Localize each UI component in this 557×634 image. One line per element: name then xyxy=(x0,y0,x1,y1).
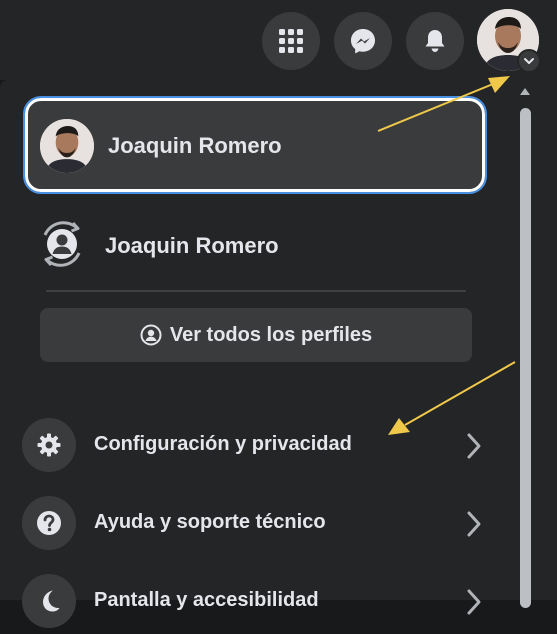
messenger-icon xyxy=(351,29,375,54)
grid-menu-icon xyxy=(279,29,303,53)
menu-item-icon xyxy=(22,496,76,550)
menu-item-icon xyxy=(22,574,76,628)
menu-item-display-accessibility[interactable]: Pantalla y accesibilidad xyxy=(20,572,500,634)
scroll-up-icon[interactable] xyxy=(519,86,531,96)
profile-name: Joaquin Romero xyxy=(105,233,279,258)
menu-item-label: Ayuda y soporte técnico xyxy=(94,511,326,533)
menu-item-help-support[interactable]: Ayuda y soporte técnico xyxy=(20,494,500,556)
profile-name: Joaquin Romero xyxy=(108,133,282,158)
menu-item-settings-privacy[interactable]: Configuración y privacidad xyxy=(20,416,500,478)
profiles-card: Joaquin Romero Joaquin Romero Ver todos … xyxy=(0,80,500,380)
menu-item-icon xyxy=(22,418,76,472)
see-all-profiles-button[interactable]: Ver todos los perfiles xyxy=(40,308,472,362)
profiles-icon xyxy=(140,324,162,346)
notifications-button[interactable] xyxy=(406,12,464,70)
chevron-right-icon xyxy=(467,511,481,537)
gear-icon xyxy=(37,433,61,457)
chevron-right-icon xyxy=(467,589,481,615)
other-profile-item[interactable]: Joaquin Romero xyxy=(25,205,485,285)
chevron-down-icon xyxy=(524,58,534,64)
menu-item-label: Pantalla y accesibilidad xyxy=(94,589,319,611)
account-dropdown-menu: Joaquin Romero Joaquin Romero Ver todos … xyxy=(0,80,557,628)
profile-photo xyxy=(40,119,94,173)
moon-icon xyxy=(43,590,60,612)
chevron-right-icon xyxy=(467,433,481,459)
avatar xyxy=(40,119,94,173)
switch-profile-avatar-icon xyxy=(43,221,81,267)
top-navigation-bar xyxy=(0,0,557,80)
divider xyxy=(46,290,466,292)
menu-button[interactable] xyxy=(262,12,320,70)
menu-item-label: Configuración y privacidad xyxy=(94,433,352,455)
messenger-button[interactable] xyxy=(334,12,392,70)
see-all-profiles-label: Ver todos los perfiles xyxy=(169,323,373,346)
account-menu-toggle[interactable] xyxy=(517,49,541,73)
current-profile-item[interactable]: Joaquin Romero xyxy=(23,96,487,194)
scrollbar-thumb[interactable] xyxy=(520,108,531,608)
bell-icon xyxy=(425,30,445,52)
question-icon xyxy=(37,511,61,535)
